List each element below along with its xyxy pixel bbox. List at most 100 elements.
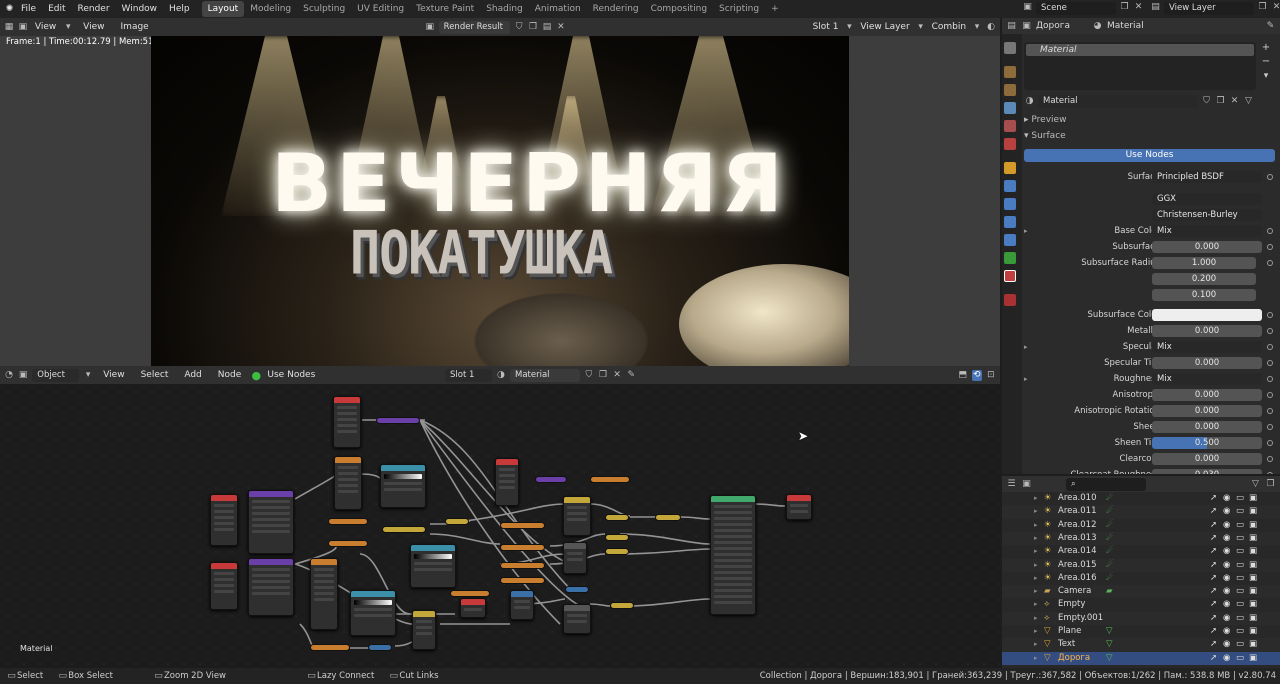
expand-icon[interactable]: ▸ [1034,652,1038,665]
close-image-icon[interactable]: ✕ [556,22,566,33]
select-icon[interactable]: ➚ [1210,585,1217,598]
property-value-field[interactable]: 0.000 [1152,421,1262,433]
property-value-field[interactable]: 0.000 [1152,241,1262,253]
reroute-node[interactable] [310,644,350,651]
tab-compositing[interactable]: Compositing [645,1,713,17]
value-node[interactable] [460,598,486,618]
shield-icon[interactable]: ⛉ [584,370,594,381]
tab-texture-paint[interactable]: Texture Paint [410,1,480,17]
parent-node-tree-icon[interactable]: ⬒ [958,370,968,381]
image-mode-icon[interactable]: ▣ [18,22,28,33]
new-image-icon[interactable]: ❐ [528,22,538,33]
keyframe-dot-icon[interactable] [1267,424,1273,430]
object-data-icon[interactable]: ▽ [1106,652,1113,665]
select-icon[interactable]: ➚ [1210,505,1217,518]
outliner-item[interactable]: ▸ ▽ Text ▽ ➚ ◉ ▭ ▣ [1002,638,1280,652]
filter-icon[interactable]: ▽ [1250,479,1261,490]
outliner-item[interactable]: ▸ ☀ Area.015 ☄ ➚ ◉ ▭ ▣ [1002,558,1280,572]
property-value-field[interactable]: 1.000 [1152,257,1256,269]
reroute-node[interactable] [382,526,426,533]
select-icon[interactable]: ➚ [1210,532,1217,545]
property-value-field[interactable] [1152,309,1262,321]
tool-tab-icon[interactable] [1004,42,1016,54]
property-value-field[interactable]: 0.000 [1152,453,1262,465]
monitor-icon[interactable]: ▭ [1236,519,1244,532]
reroute-node[interactable] [565,586,589,593]
slot-dropdown[interactable]: Slot 1 [445,368,492,382]
keyframe-dot-icon[interactable] [1267,472,1273,474]
outliner-item[interactable]: ▸ ▽ Plane ▽ ➚ ◉ ▭ ▣ [1002,625,1280,639]
material-slot-item[interactable]: Material [1026,44,1254,56]
select-icon[interactable]: ➚ [1210,612,1217,625]
outliner-item[interactable]: ▸ ☀ Area.012 ☄ ➚ ◉ ▭ ▣ [1002,518,1280,532]
property-value-field[interactable]: 0.000 [1152,389,1262,401]
outliner-item-name[interactable]: Empty [1058,598,1085,611]
texture-coordinate-node[interactable] [333,396,361,448]
view-layer-dropdown[interactable]: View Layer [858,18,911,36]
keyframe-dot-icon[interactable] [1267,328,1273,334]
material-datablock-field[interactable]: Material [1038,94,1198,108]
keyframe-dot-icon[interactable] [1267,260,1273,266]
principled-bsdf-node[interactable] [710,495,756,615]
outliner-item-name[interactable]: Text [1058,638,1075,651]
mix-node[interactable] [412,610,436,650]
object-data-tab-icon[interactable] [1004,252,1016,264]
mix-node[interactable] [563,496,591,536]
new-collection-icon[interactable]: ❐ [1265,479,1276,490]
menu-image[interactable]: Image [115,18,155,36]
eye-icon[interactable]: ◉ [1223,532,1230,545]
reroute-node[interactable] [368,644,392,651]
pin-icon[interactable]: ✎ [626,370,636,381]
modifier-tab-icon[interactable] [1004,180,1016,192]
outliner-item-name[interactable]: Empty.001 [1058,612,1103,625]
select-icon[interactable]: ➚ [1210,545,1217,558]
editor-type-icon[interactable]: ▤ [1006,21,1017,32]
monitor-icon[interactable]: ▭ [1236,572,1244,585]
monitor-icon[interactable]: ▭ [1236,625,1244,638]
menu-add[interactable]: Add [178,366,207,384]
tab-modeling[interactable]: Modeling [244,1,297,17]
eye-icon[interactable]: ◉ [1223,652,1230,665]
constraints-tab-icon[interactable] [1004,234,1016,246]
scene-field[interactable]: Scene [1036,2,1116,15]
menu-edit[interactable]: Edit [42,0,71,18]
property-value-field[interactable]: 0.030 [1152,469,1262,474]
monitor-icon[interactable]: ▭ [1236,492,1244,505]
camera-render-icon[interactable]: ▣ [1249,545,1257,558]
object-data-icon[interactable]: ☄ [1106,559,1114,572]
editor-type-icon[interactable]: ◔ [4,370,14,381]
monitor-icon[interactable]: ▭ [1236,559,1244,572]
copy-view-layer-icon[interactable]: ❐ [1257,2,1268,13]
select-icon[interactable]: ➚ [1210,572,1217,585]
expand-icon[interactable]: ▸ [1034,519,1038,532]
output-tab-icon[interactable] [1004,84,1016,96]
object-data-icon[interactable]: ☄ [1106,532,1114,545]
monitor-icon[interactable]: ▭ [1236,505,1244,518]
object-data-icon[interactable]: ☄ [1106,519,1114,532]
eye-icon[interactable]: ◉ [1223,612,1230,625]
blender-logo-icon[interactable]: ✺ [4,4,15,15]
texture-coordinate-node[interactable] [210,562,238,610]
monitor-icon[interactable]: ▭ [1236,638,1244,651]
surface-panel-header[interactable]: ▾ Surface [1024,129,1278,143]
slot-menu-button[interactable]: ▾ [1260,70,1272,82]
view-mode-dropdown[interactable]: View [32,18,59,36]
copy-material-icon[interactable]: ❐ [1215,96,1226,107]
monitor-icon[interactable]: ▭ [1236,585,1244,598]
object-data-icon[interactable]: ▽ [1106,638,1113,651]
mapping-node[interactable] [248,490,294,554]
menu-render[interactable]: Render [72,0,116,18]
tab-animation[interactable]: Animation [529,1,587,17]
reroute-node[interactable] [328,540,368,547]
math-node[interactable] [510,590,534,620]
eye-icon[interactable]: ◉ [1223,559,1230,572]
eye-icon[interactable]: ◉ [1223,492,1230,505]
world-tab-icon[interactable] [1004,138,1016,150]
outliner-item-name[interactable]: Дорога [1058,652,1090,665]
object-tab-icon[interactable] [1004,162,1016,174]
outliner-item-name[interactable]: Area.011 [1058,505,1097,518]
menu-file[interactable]: File [15,0,42,18]
monitor-icon[interactable]: ▭ [1236,652,1244,665]
camera-render-icon[interactable]: ▣ [1249,572,1257,585]
shield-icon[interactable]: ⛉ [514,22,524,33]
